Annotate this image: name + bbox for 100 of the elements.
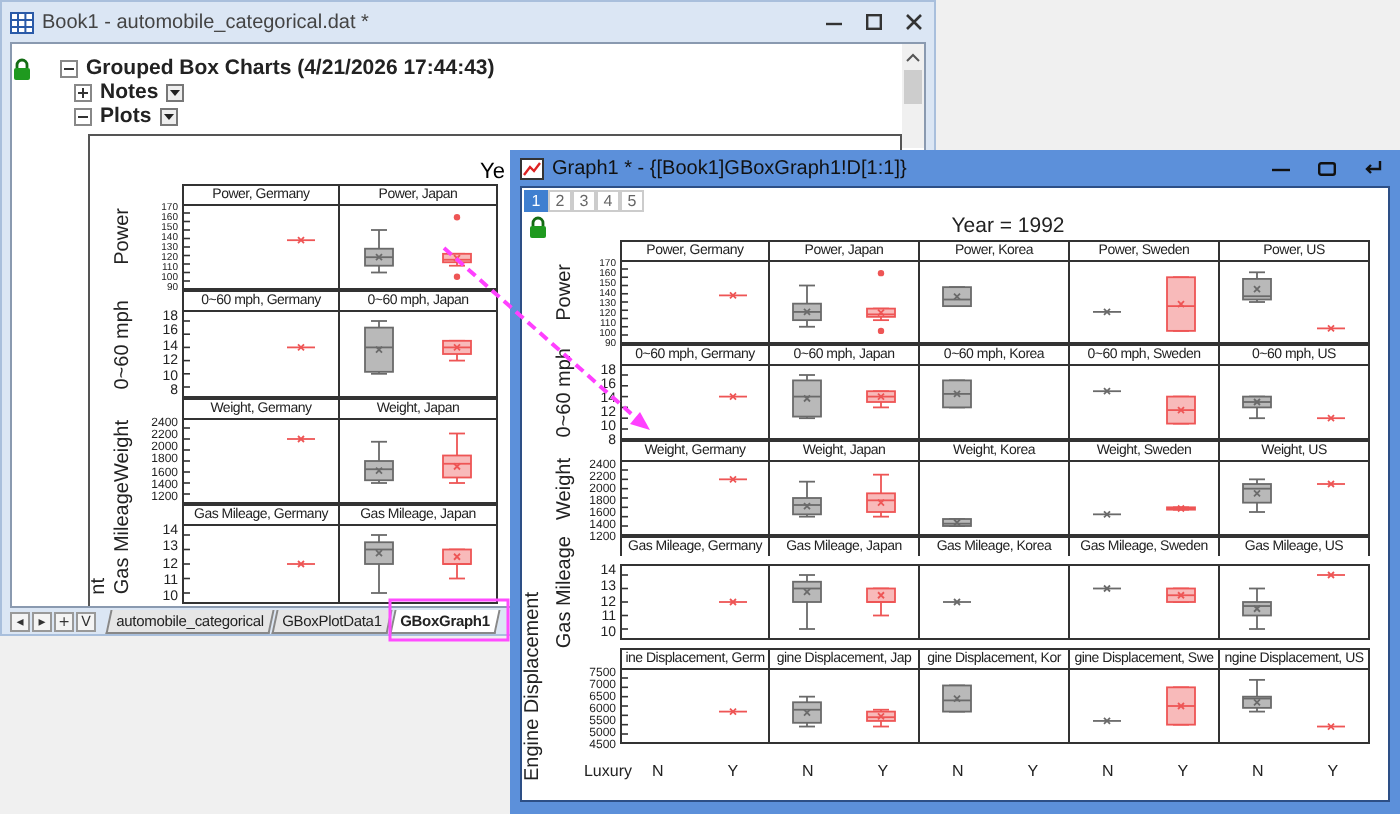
box-plot (942, 684, 972, 713)
box-plot (364, 320, 394, 375)
box-plot (1242, 271, 1272, 303)
box-plot (286, 435, 316, 443)
caret-icon (170, 89, 181, 95)
box-plot (1092, 584, 1122, 593)
box-plot (364, 229, 394, 274)
box-plot (286, 343, 316, 352)
box-plot (442, 214, 472, 280)
box-plot (866, 269, 896, 335)
box-plot (718, 708, 748, 716)
dropdown-button[interactable] (159, 107, 178, 125)
box-plot (718, 475, 748, 484)
box-plot (286, 560, 316, 568)
axis-title: Gas Mileage (556, 536, 576, 649)
box-plot (1242, 587, 1272, 631)
page-tab[interactable]: 3 (572, 190, 596, 212)
expand-icon[interactable] (74, 83, 92, 101)
box-plot (1316, 414, 1346, 423)
box-plot (1092, 717, 1122, 726)
axis-label: Y (727, 762, 739, 781)
box-plot (1316, 722, 1346, 731)
page-tab[interactable]: 5 (620, 190, 644, 212)
box-plot (718, 392, 748, 401)
box-plot (718, 598, 748, 607)
axis-title: 0~60 mph (114, 299, 134, 389)
box-plot (792, 574, 822, 631)
box-plot (866, 587, 896, 617)
box-plot (1242, 395, 1272, 420)
scrollbar[interactable] (902, 44, 924, 148)
axis-label: N (1101, 762, 1114, 781)
box-plot (792, 696, 822, 728)
axis-label: N (1251, 762, 1264, 781)
box-plot (1316, 571, 1346, 580)
box-plot (364, 440, 394, 484)
box-plot (364, 534, 394, 594)
box-plot (942, 379, 972, 409)
box-plot (792, 284, 822, 328)
box-plot (1166, 686, 1196, 726)
box-plot (1166, 587, 1196, 604)
restore-icon[interactable] (1318, 160, 1336, 176)
box-plot (1166, 395, 1196, 425)
axis-label: N (651, 762, 664, 781)
box-plot (1242, 679, 1272, 713)
box-plot (1092, 308, 1122, 316)
box-plot (442, 339, 472, 362)
axis-title: Weight (556, 457, 576, 519)
window-title: Book1 - automobile_categorical.dat * (42, 11, 369, 33)
axis-title: Engine Displacement (524, 591, 544, 781)
box-plot (866, 709, 896, 728)
axis-label: N (951, 762, 964, 781)
axis-title: Power (114, 208, 134, 266)
lock-icon[interactable] (528, 215, 548, 237)
box-plot (442, 432, 472, 484)
graph-icon (520, 157, 544, 179)
axis-title: Luxury (583, 762, 632, 781)
box-plot (1092, 387, 1122, 396)
axis-title: Power (556, 263, 576, 321)
box-plot (286, 236, 316, 245)
axis-label: N (801, 762, 814, 781)
box-plot (718, 291, 748, 300)
tree-item[interactable]: Notes (100, 80, 159, 104)
box-plot (942, 518, 972, 527)
return-icon[interactable] (1364, 160, 1382, 176)
close-icon[interactable] (906, 14, 922, 30)
axis-title: Gas Mileage (114, 481, 134, 594)
axis-label: Y (1027, 762, 1039, 781)
box-plot (1166, 504, 1196, 513)
graph-title: Year = 1992 (949, 214, 1067, 238)
box-plot (1092, 510, 1122, 519)
page-tab[interactable]: 2 (548, 190, 572, 212)
axis-title: Weight (114, 420, 134, 482)
page-tab[interactable]: 4 (596, 190, 620, 212)
dropdown-button[interactable] (166, 83, 185, 101)
scroll-thumb[interactable] (904, 70, 922, 104)
highlight-frame (388, 598, 510, 642)
box-plot (942, 286, 972, 308)
box-plot (1242, 478, 1272, 513)
axis-label: Y (1177, 762, 1189, 781)
maximize-icon[interactable] (866, 14, 882, 30)
box-plot (1316, 480, 1346, 488)
tree-item[interactable]: Plots (100, 104, 152, 128)
collapse-icon[interactable] (60, 59, 78, 77)
box-plot (792, 374, 822, 420)
page-tab[interactable]: 1 (524, 190, 548, 212)
lock-icon[interactable] (12, 57, 32, 79)
box-plot (1166, 276, 1196, 332)
box-plot (866, 473, 896, 518)
axis-title: nt (90, 577, 110, 594)
window-title: Graph1 * - {[Book1]GBoxGraph1!D[1:1]} (552, 157, 907, 179)
axis-label: Y (1327, 762, 1339, 781)
spreadsheet-icon (10, 11, 34, 33)
caret-icon (163, 113, 174, 119)
box-plot (866, 390, 896, 409)
tree-item[interactable]: Grouped Box Charts (4/21/2026 17:44:43) (86, 56, 495, 80)
scroll-up-icon[interactable] (906, 52, 920, 62)
box-plot (942, 598, 972, 607)
box-plot (1316, 324, 1346, 333)
axis-label: Y (877, 762, 889, 781)
collapse-icon[interactable] (74, 107, 92, 125)
